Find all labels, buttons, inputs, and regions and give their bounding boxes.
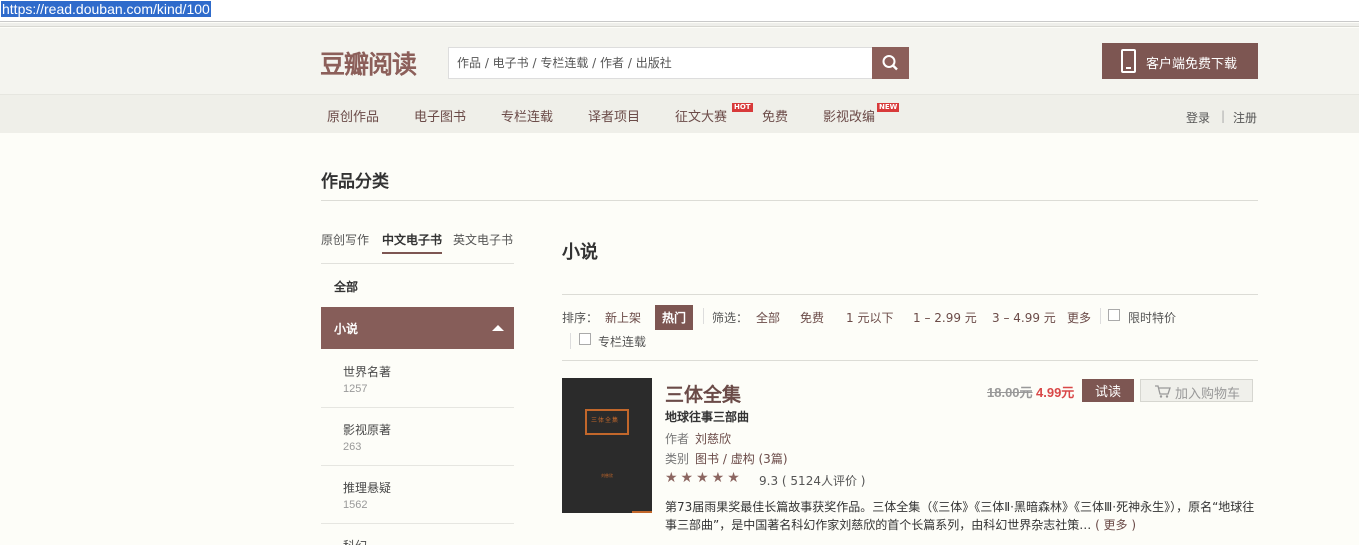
- nav-item-translators[interactable]: 译者项目: [588, 106, 640, 125]
- filter-3-4.99[interactable]: 3 – 4.99 元: [992, 309, 1056, 326]
- original-price: 18.00元: [987, 385, 1033, 400]
- nav-item-contest-label: 征文大赛: [675, 110, 728, 125]
- description-more-link[interactable]: ( 更多 ): [1095, 518, 1136, 532]
- category-title: 小说: [562, 242, 598, 263]
- search-icon: [882, 55, 898, 71]
- subcategory-item[interactable]: 科幻: [343, 537, 367, 545]
- filter-bottom-divider: [562, 360, 1258, 361]
- sidebar-item-all[interactable]: 全部: [334, 278, 358, 295]
- add-to-cart-button[interactable]: 加入购物车: [1140, 379, 1253, 402]
- subcategory-name: 世界名著: [343, 365, 392, 379]
- nav-item-ebooks[interactable]: 电子图书: [414, 106, 466, 125]
- filter-separator: [703, 308, 704, 324]
- column-serial-checkbox[interactable]: [579, 333, 591, 345]
- author-link[interactable]: 刘慈欣: [695, 432, 731, 446]
- subcategory-name: 推理悬疑: [343, 481, 392, 495]
- login-link[interactable]: 登录: [1186, 109, 1210, 126]
- phone-icon: [1121, 49, 1136, 73]
- main-nav: 原创作品 电子图书 专栏连载 译者项目 征文大赛 HOT 免费 影视改编 NEW…: [0, 94, 1359, 133]
- url-bar[interactable]: https://read.douban.com/kind/100: [0, 0, 1359, 22]
- filter-label: 筛选：: [712, 311, 749, 325]
- tab-english-ebooks[interactable]: 英文电子书: [453, 231, 513, 248]
- nav-item-adaptation-label: 影视改编: [823, 110, 876, 125]
- toolbar-divider: [0, 23, 1359, 27]
- nav-item-original[interactable]: 原创作品: [327, 106, 379, 125]
- rating-stars-icon: ★★★★★: [665, 470, 743, 486]
- nav-item-adaptation[interactable]: 影视改编 NEW: [823, 103, 900, 125]
- filter-under-1[interactable]: 1 元以下: [846, 309, 893, 326]
- filter-1-2.99[interactable]: 1 – 2.99 元: [913, 309, 977, 326]
- category-link[interactable]: 图书 / 虚构 (3篇): [695, 452, 788, 466]
- book-author-line: 作者 刘慈欣: [665, 430, 731, 447]
- cart-icon: [1155, 385, 1171, 398]
- subcategory-name: 影视原著: [343, 423, 392, 437]
- filter-free[interactable]: 免费: [800, 309, 824, 326]
- page-title: 作品分类: [321, 172, 389, 192]
- new-badge: NEW: [877, 103, 900, 112]
- book-category-line: 类别 图书 / 虚构 (3篇): [665, 450, 788, 467]
- search-button[interactable]: [872, 47, 909, 79]
- description-text: 第73届雨果奖最佳长篇故事获奖作品。三体全集（《三体》《三体Ⅱ·黑暗森林》《三体…: [665, 500, 1255, 532]
- filter-top-divider: [562, 294, 1258, 295]
- filter-separator: [1100, 308, 1101, 324]
- subcategory-name: 科幻: [343, 537, 367, 545]
- filter-more[interactable]: 更多: [1067, 309, 1091, 326]
- subcategory-count: 1257: [343, 383, 368, 395]
- app-download-button[interactable]: 客户端免费下载: [1102, 43, 1258, 79]
- search-bar: [448, 47, 909, 79]
- search-input[interactable]: [448, 47, 873, 79]
- cover-edge: [632, 511, 652, 513]
- title-divider: [321, 200, 1258, 201]
- rating-value: 9.3: [759, 474, 779, 488]
- tab-original-writing[interactable]: 原创写作: [321, 231, 369, 248]
- sort-newest[interactable]: 新上架: [605, 309, 641, 326]
- sort-label: 排序：: [562, 311, 599, 325]
- collapse-arrow-icon: [492, 325, 504, 331]
- sort-popular[interactable]: 热门: [655, 305, 694, 330]
- filter-all[interactable]: 全部: [756, 309, 780, 326]
- subcategory-divider: [321, 465, 514, 466]
- url-text[interactable]: https://read.douban.com/kind/100: [1, 1, 211, 17]
- nav-item-columns[interactable]: 专栏连载: [501, 106, 553, 125]
- subcategory-count: 1562: [343, 499, 368, 511]
- filter-separator: [570, 333, 571, 349]
- book-description: 第73届雨果奖最佳长篇故事获奖作品。三体全集（《三体》《三体Ⅱ·黑暗森林》《三体…: [665, 498, 1261, 534]
- sidebar-item-fiction[interactable]: 小说: [321, 307, 514, 349]
- book-title[interactable]: 三体全集: [665, 380, 741, 407]
- subcategory-divider: [321, 523, 514, 524]
- add-to-cart-label: 加入购物车: [1175, 387, 1241, 402]
- subcategory-item[interactable]: 世界名著 1257: [343, 363, 391, 395]
- nav-item-contest[interactable]: 征文大赛 HOT: [675, 103, 753, 125]
- site-logo[interactable]: 豆瓣阅读: [320, 45, 417, 81]
- author-label: 作者: [665, 432, 690, 446]
- nav-item-free[interactable]: 免费: [762, 106, 788, 125]
- rating-line: 9.3 ( 5124人评价 ): [759, 472, 865, 489]
- cover-title-text: 三体全集: [591, 417, 620, 424]
- try-read-button[interactable]: 试读: [1082, 379, 1134, 402]
- category-label: 类别: [665, 452, 690, 466]
- subcategory-divider: [321, 407, 514, 408]
- limited-deal-label[interactable]: 限时特价: [1128, 309, 1176, 326]
- subcategory-item[interactable]: 推理悬疑 1562: [343, 479, 391, 511]
- app-download-label: 客户端免费下载: [1146, 57, 1238, 72]
- column-serial-label[interactable]: 专栏连载: [598, 333, 646, 350]
- limited-deal-checkbox[interactable]: [1108, 309, 1120, 321]
- book-cover[interactable]: 三体全集 刘慈欣: [562, 378, 652, 513]
- subcategory-item[interactable]: 影视原著 263: [343, 421, 391, 453]
- book-subtitle: 地球往事三部曲: [665, 410, 750, 424]
- register-link[interactable]: 注册: [1233, 109, 1257, 126]
- site-header: 豆瓣阅读 客户端免费下载: [0, 28, 1359, 94]
- review-count[interactable]: ( 5124人评价 ): [782, 474, 866, 488]
- sidebar-item-fiction-label: 小说: [334, 322, 359, 336]
- tab-chinese-ebooks[interactable]: 中文电子书: [382, 231, 443, 254]
- sidebar-divider: [321, 263, 514, 264]
- auth-separator: |: [1221, 109, 1226, 123]
- sale-price: 4.99元: [1036, 385, 1075, 400]
- cover-author-text: 刘慈欣: [601, 473, 613, 478]
- hot-badge: HOT: [732, 103, 753, 112]
- subcategory-count: 263: [343, 441, 362, 453]
- cover-title-frame: 三体全集: [585, 409, 629, 435]
